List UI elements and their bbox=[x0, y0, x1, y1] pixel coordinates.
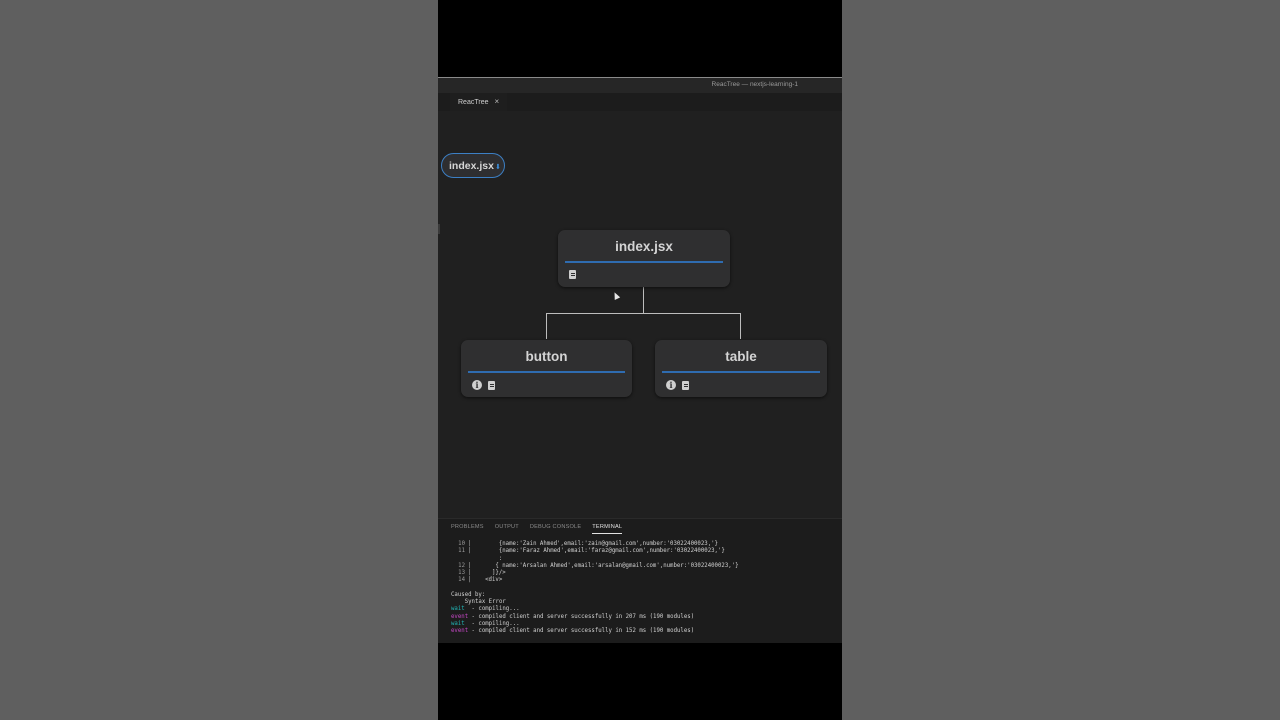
mouse-cursor-icon bbox=[611, 291, 621, 300]
sidebar-edge bbox=[438, 224, 440, 234]
video-frame: ReacTree — nextjs-learning-1 ReacTree × … bbox=[438, 0, 842, 720]
window-title: ReacTree — nextjs-learning-1 bbox=[711, 81, 798, 88]
terminal-line: 11 | {name:'Faraz Ahmed',email:'faraz@gma… bbox=[458, 548, 725, 555]
tab-reactree[interactable]: ReacTree × bbox=[450, 93, 508, 111]
terminal-output[interactable]: 10 | {name:'Zain Ahmed',email:'zain@gmail… bbox=[451, 541, 836, 636]
terminal-line: 13 | ]}/> bbox=[458, 570, 506, 577]
connector-horizontal bbox=[546, 313, 741, 314]
tree-node-table[interactable]: table i bbox=[655, 340, 827, 397]
right-backdrop bbox=[842, 0, 1280, 720]
title-bar: ReacTree — nextjs-learning-1 bbox=[438, 77, 842, 94]
terminal-line: : bbox=[471, 555, 503, 562]
panel-tabs: PROBLEMS OUTPUT DEBUG CONSOLE TERMINAL bbox=[451, 524, 623, 534]
terminal-log: event - compiled client and server succe… bbox=[451, 613, 695, 620]
close-icon[interactable]: × bbox=[494, 98, 499, 106]
node-title: table bbox=[725, 349, 757, 364]
root-file-label: index.jsx bbox=[449, 159, 494, 172]
node-icons bbox=[569, 270, 576, 279]
terminal-caused-by: Caused by: bbox=[451, 591, 486, 598]
terminal-line: 14 | <div> bbox=[458, 577, 503, 584]
left-backdrop bbox=[0, 0, 438, 720]
download-icon: ⬇ bbox=[494, 163, 501, 171]
document-icon[interactable] bbox=[682, 380, 689, 390]
editor-tab-bar: ReacTree × bbox=[438, 93, 842, 111]
tab-terminal[interactable]: TERMINAL bbox=[592, 524, 623, 534]
node-title: index.jsx bbox=[615, 239, 673, 254]
terminal-line: 12 | { name:'Arsalan Ahmed',email:'arsala… bbox=[458, 562, 739, 569]
connector-root-vertical bbox=[643, 287, 644, 313]
node-icons: i bbox=[472, 380, 495, 390]
node-underline bbox=[662, 371, 820, 373]
node-underline bbox=[565, 261, 723, 263]
tab-output[interactable]: OUTPUT bbox=[495, 524, 519, 534]
terminal-line: 10 | {name:'Zain Ahmed',email:'zain@gmail… bbox=[458, 541, 718, 547]
node-title: button bbox=[525, 349, 568, 364]
tab-label: ReacTree bbox=[458, 98, 489, 106]
tab-debug-console[interactable]: DEBUG CONSOLE bbox=[530, 524, 581, 534]
tab-problems[interactable]: PROBLEMS bbox=[451, 524, 484, 534]
terminal-error: Syntax Error bbox=[451, 599, 506, 606]
terminal-log: event - compiled client and server succe… bbox=[451, 628, 695, 635]
reactree-canvas: index.jsx ⬇ index.jsx button i table i bbox=[438, 111, 842, 518]
node-underline bbox=[468, 371, 625, 373]
tree-node-root[interactable]: index.jsx bbox=[558, 230, 730, 287]
root-file-pill[interactable]: index.jsx ⬇ bbox=[441, 153, 505, 178]
bottom-panel: PROBLEMS OUTPUT DEBUG CONSOLE TERMINAL 1… bbox=[438, 518, 842, 643]
info-icon[interactable]: i bbox=[472, 380, 482, 390]
document-icon[interactable] bbox=[569, 270, 576, 279]
tree-node-button[interactable]: button i bbox=[461, 340, 632, 397]
info-icon[interactable]: i bbox=[666, 380, 676, 390]
terminal-log: wait - compiling... bbox=[451, 606, 520, 613]
node-icons: i bbox=[666, 380, 689, 390]
connector-left-vertical bbox=[546, 313, 547, 339]
document-icon[interactable] bbox=[488, 380, 495, 390]
vscode-window: ReacTree — nextjs-learning-1 ReacTree × … bbox=[438, 77, 842, 643]
terminal-log: wait - compiling... bbox=[451, 620, 520, 627]
connector-right-vertical bbox=[740, 313, 741, 339]
